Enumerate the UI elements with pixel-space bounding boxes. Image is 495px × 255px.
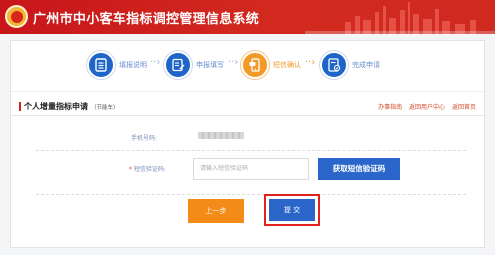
step-3-circle — [241, 51, 269, 79]
complete-doc-icon — [328, 58, 341, 72]
phone-label: 手机号码: — [131, 135, 158, 142]
phone-value-redacted — [198, 132, 244, 139]
sms-code-input[interactable]: 请输入短信验证码 — [193, 158, 309, 180]
link-user-center[interactable]: 返回用户中心 — [409, 104, 445, 111]
required-mark: * — [129, 166, 132, 173]
step-arrow: ··› — [305, 57, 316, 68]
link-home[interactable]: 返回首页 — [452, 104, 476, 111]
step-4-circle — [320, 51, 348, 79]
progress-steps: 填报说明 ··› 申报填写 ··› 短信确认 ··› 完成申请 — [11, 46, 486, 84]
step-1-circle — [87, 51, 115, 79]
step-1-label: 填报说明 — [119, 61, 147, 69]
document-list-icon — [95, 58, 107, 72]
section-marker — [19, 102, 21, 111]
step-2-circle — [164, 51, 192, 79]
top-links: 办事指南 返回用户中心 返回首页 — [373, 102, 476, 111]
dashed-divider — [36, 150, 466, 151]
application-card: 填报说明 ··› 申报填写 ··› 短信确认 ··› 完成申请 个人增量指标申请… — [10, 40, 486, 248]
section-title: 个人增量指标申请 （节能车） — [24, 101, 119, 112]
submit-button[interactable]: 提 交 — [269, 199, 315, 221]
step-4-label: 完成申请 — [352, 61, 380, 69]
edit-form-icon — [172, 58, 185, 72]
section-title-text: 个人增量指标申请 — [24, 102, 88, 111]
site-title: 广州市中小客车指标调控管理信息系统 — [33, 12, 260, 27]
step-arrow: ··› — [228, 57, 239, 68]
step-3-label: 短信确认 — [273, 61, 301, 69]
top-header: 广州市中小客车指标调控管理信息系统 — [0, 0, 495, 34]
link-guide[interactable]: 办事指南 — [378, 104, 402, 111]
phone-sms-icon — [249, 58, 260, 72]
city-skyline-decoration — [305, 2, 495, 34]
divider — [11, 91, 486, 92]
sms-code-label-text: 短信验证码: — [133, 166, 166, 173]
section-subtitle: （节能车） — [91, 105, 119, 111]
step-2-label: 申报填写 — [196, 61, 224, 69]
step-arrow: ··› — [150, 57, 161, 68]
previous-step-button[interactable]: 上一步 — [188, 199, 244, 223]
get-sms-code-button[interactable]: 获取短信验证码 — [318, 158, 400, 180]
dashed-divider — [36, 194, 466, 195]
divider — [11, 115, 486, 116]
site-logo — [5, 5, 28, 28]
sms-code-label: * 短信验证码: — [129, 164, 166, 173]
